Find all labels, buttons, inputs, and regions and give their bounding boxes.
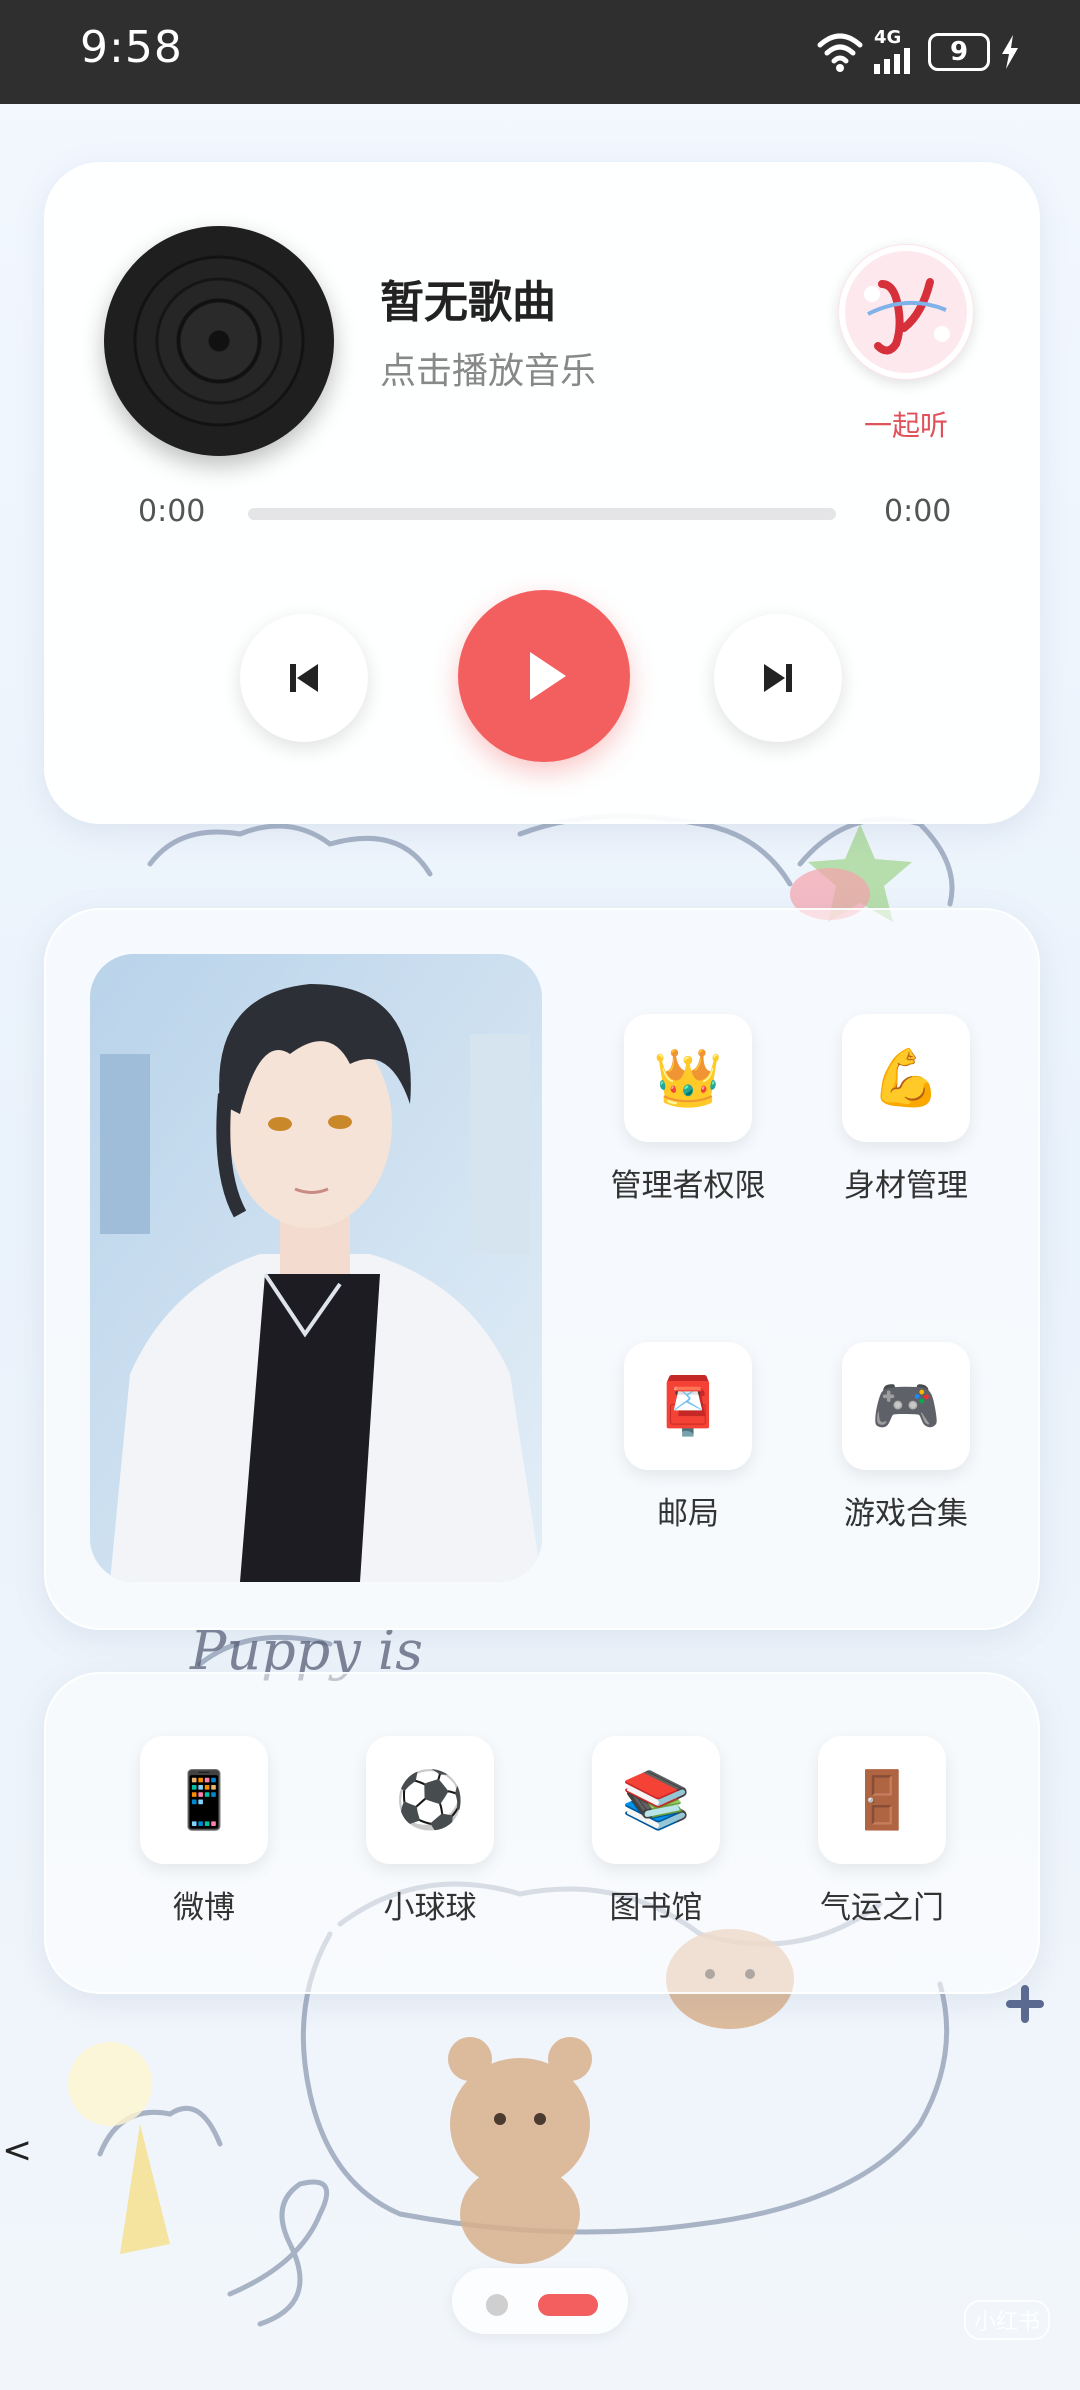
next-track-button[interactable] <box>714 614 842 742</box>
grid-item-label: 邮局 <box>657 1496 719 1532</box>
page-dot-active[interactable] <box>538 2294 598 2316</box>
grid-item-label: 管理者权限 <box>610 1168 766 1204</box>
wifi-icon <box>817 33 863 72</box>
character-portrait-image <box>90 954 542 1582</box>
app-little-ball[interactable]: ⚽ 小球球 <box>330 1736 530 1927</box>
feature-grid-card: 👑 管理者权限 💪 身材管理 📮 邮局 🎮 游戏合集 <box>44 908 1040 1630</box>
character-portrait[interactable] <box>90 954 542 1582</box>
network-type-label: 4G <box>874 27 902 48</box>
books-icon: 📚 <box>592 1736 720 1864</box>
vinyl-record-icon[interactable] <box>104 226 334 456</box>
battery-level: 9 <box>949 37 969 67</box>
music-player-card: 暂无歌曲 点击播放音乐 一起听 0:00 0:00 <box>44 162 1040 824</box>
play-button[interactable] <box>458 590 630 762</box>
app-weibo[interactable]: 📱 微博 <box>104 1736 304 1927</box>
status-time: 9:58 <box>80 22 183 73</box>
status-bar: 9:58 4G 9 <box>0 0 1080 104</box>
song-title: 暂无歌曲 <box>380 277 556 328</box>
skip-next-icon <box>764 664 792 692</box>
listen-together-icon <box>839 245 973 379</box>
app-label: 微博 <box>173 1890 235 1926</box>
postbox-icon: 📮 <box>624 1342 752 1470</box>
soccer-ball-icon: ⚽ <box>366 1736 494 1864</box>
crown-icon: 👑 <box>624 1014 752 1142</box>
charging-icon <box>1002 35 1018 69</box>
app-label: 图书馆 <box>609 1890 703 1926</box>
progress-bar[interactable] <box>248 508 836 520</box>
app-fortune-door[interactable]: 🚪 气运之门 <box>782 1736 982 1927</box>
grid-item-post-office[interactable]: 📮 邮局 <box>588 1342 788 1533</box>
time-total: 0:00 <box>884 494 952 529</box>
watermark-badge: 小红书 <box>963 2300 1050 2340</box>
door-icon: 🚪 <box>818 1736 946 1864</box>
previous-track-button[interactable] <box>240 614 368 742</box>
signal-icon <box>874 48 910 74</box>
grid-item-label: 游戏合集 <box>844 1496 968 1532</box>
page-indicator[interactable] <box>452 2268 628 2334</box>
song-subtitle[interactable]: 点击播放音乐 <box>380 342 596 394</box>
app-label: 小球球 <box>383 1890 477 1926</box>
grid-item-game-collection[interactable]: 🎮 游戏合集 <box>806 1342 1006 1533</box>
listen-together-label[interactable]: 一起听 <box>810 404 1002 444</box>
gamepad-icon: 🎮 <box>842 1342 970 1470</box>
back-chevron[interactable]: < <box>2 2130 32 2171</box>
skip-previous-icon <box>290 664 318 692</box>
app-library[interactable]: 📚 图书馆 <box>556 1736 756 1927</box>
status-icons: 4G 9 <box>816 28 1020 76</box>
battery-icon: 9 <box>928 33 990 71</box>
flexed-biceps-icon: 💪 <box>842 1014 970 1142</box>
grid-item-admin[interactable]: 👑 管理者权限 <box>588 1014 788 1205</box>
app-label: 气运之门 <box>820 1890 944 1926</box>
grid-item-body-management[interactable]: 💪 身材管理 <box>806 1014 1006 1205</box>
time-elapsed: 0:00 <box>138 494 206 529</box>
page-dot[interactable] <box>486 2294 508 2316</box>
play-icon <box>530 652 566 700</box>
phone-icon: 📱 <box>140 1736 268 1864</box>
app-shortcut-card: 📱 微博 ⚽ 小球球 📚 图书馆 🚪 气运之门 <box>44 1672 1040 1994</box>
grid-item-label: 身材管理 <box>844 1168 968 1204</box>
listen-together-avatar[interactable] <box>838 244 974 380</box>
